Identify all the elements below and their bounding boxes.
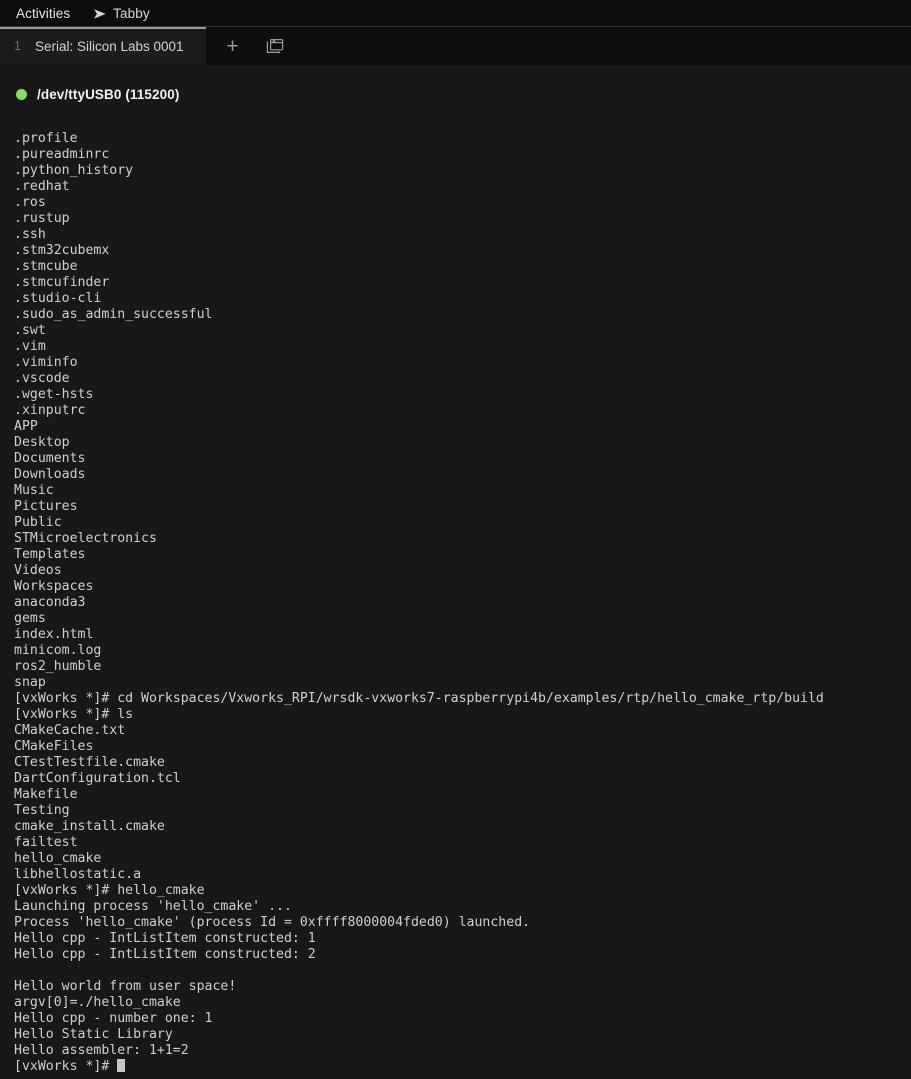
terminal-line: ros2_humble (14, 659, 102, 674)
terminal-line: .ros (14, 195, 46, 210)
terminal-cursor (117, 1059, 126, 1072)
terminal-line: .vim (14, 339, 46, 354)
tab-serial-silicon-labs-0001[interactable]: 1 Serial: Silicon Labs 0001 (0, 27, 206, 65)
terminal-line: [vxWorks *]# hello_cmake (14, 883, 205, 898)
terminal-line: Launching process 'hello_cmake' ... (14, 899, 292, 914)
terminal-line: Downloads (14, 467, 86, 482)
terminal-line: .stmcube (14, 259, 78, 274)
terminal-line: .profile (14, 131, 78, 146)
tab-index: 1 (14, 39, 21, 53)
terminal-line: snap (14, 675, 46, 690)
terminal-line: .ssh (14, 227, 46, 242)
terminal-line: APP (14, 419, 38, 434)
terminal-line: Documents (14, 451, 86, 466)
terminal-line: CMakeFiles (14, 739, 94, 754)
connection-status: /dev/ttyUSB0 (115200) (0, 65, 911, 109)
terminal-line: Workspaces (14, 579, 94, 594)
terminal-line: cmake_install.cmake (14, 819, 165, 834)
tabby-logo-icon: ➤ (93, 5, 106, 21)
terminal-line: .stm32cubemx (14, 243, 110, 258)
terminal-line: .swt (14, 323, 46, 338)
terminal-line: Hello cpp - IntListItem constructed: 2 (14, 947, 316, 962)
terminal-line: .stmcufinder (14, 275, 110, 290)
terminal-line: .vscode (14, 371, 70, 386)
new-tab-button[interactable]: + (214, 27, 252, 65)
terminal-pane[interactable]: /dev/ttyUSB0 (115200) .profile .pureadmin… (0, 65, 911, 1079)
terminal-line: gems (14, 611, 46, 626)
terminal-line: Hello assembler: 1+1=2 (14, 1043, 189, 1058)
terminal-line: .studio-cli (14, 291, 102, 306)
terminal-line: Process 'hello_cmake' (process Id = 0xff… (14, 915, 531, 930)
terminal-line: .pureadminrc (14, 147, 110, 162)
terminal-line: Videos (14, 563, 62, 578)
terminal-line: CTestTestfile.cmake (14, 755, 165, 770)
profiles-button[interactable] (256, 27, 294, 65)
terminal-line: CMakeCache.txt (14, 723, 126, 738)
terminal-line: .wget-hsts (14, 387, 94, 402)
terminal-prompt-line: [vxWorks *]# (14, 1059, 911, 1075)
app-indicator[interactable]: ➤ Tabby (84, 0, 159, 27)
app-title: Tabby (113, 5, 150, 21)
terminal-line: [vxWorks *]# ls (14, 707, 134, 722)
terminal-line: argv[0]=./hello_cmake (14, 995, 181, 1010)
terminal-line: index.html (14, 627, 94, 642)
terminal-line: hello_cmake (14, 851, 102, 866)
tab-label: Serial: Silicon Labs 0001 (34, 38, 184, 54)
tab-bar-actions: + (206, 27, 294, 65)
terminal-line: .redhat (14, 179, 70, 194)
gnome-top-bar: Activities ➤ Tabby (0, 0, 911, 27)
terminal-line: Desktop (14, 435, 70, 450)
terminal-line: Testing (14, 803, 70, 818)
terminal-line: Hello world from user space! (14, 979, 237, 994)
terminal-line: anaconda3 (14, 595, 86, 610)
terminal-line: STMicroelectronics (14, 531, 157, 546)
terminal-line: .rustup (14, 211, 70, 226)
terminal-prompt: [vxWorks *]# (14, 1059, 118, 1074)
plus-icon: + (226, 34, 239, 58)
terminal-line: .sudo_as_admin_successful (14, 307, 213, 322)
connection-label: /dev/ttyUSB0 (115200) (37, 87, 180, 102)
activities-button[interactable]: Activities (0, 0, 84, 27)
terminal-line: Hello Static Library (14, 1027, 173, 1042)
terminal-line: .viminfo (14, 355, 78, 370)
terminal-line: libhellostatic.a (14, 867, 142, 882)
tab-bar: 1 Serial: Silicon Labs 0001 + (0, 27, 911, 65)
terminal-line: Public (14, 515, 62, 530)
green-dot-icon (16, 89, 27, 100)
terminal-line: minicom.log (14, 643, 102, 658)
terminal-line: Templates (14, 547, 86, 562)
terminal-line: DartConfiguration.tcl (14, 771, 181, 786)
terminal-line: .xinputrc (14, 403, 86, 418)
terminal-line: Music (14, 483, 54, 498)
terminal-line: Makefile (14, 787, 78, 802)
terminal-line: failtest (14, 835, 78, 850)
terminal-output[interactable]: .profile .pureadminrc .python_history .redh… (0, 109, 911, 1075)
terminal-line: .python_history (14, 163, 134, 178)
stacked-windows-icon (266, 38, 284, 54)
terminal-line: [vxWorks *]# cd Workspaces/Vxworks_RPI/w… (14, 691, 824, 706)
terminal-line: Hello cpp - number one: 1 (14, 1011, 213, 1026)
terminal-line: Hello cpp - IntListItem constructed: 1 (14, 931, 316, 946)
terminal-line: Pictures (14, 499, 78, 514)
